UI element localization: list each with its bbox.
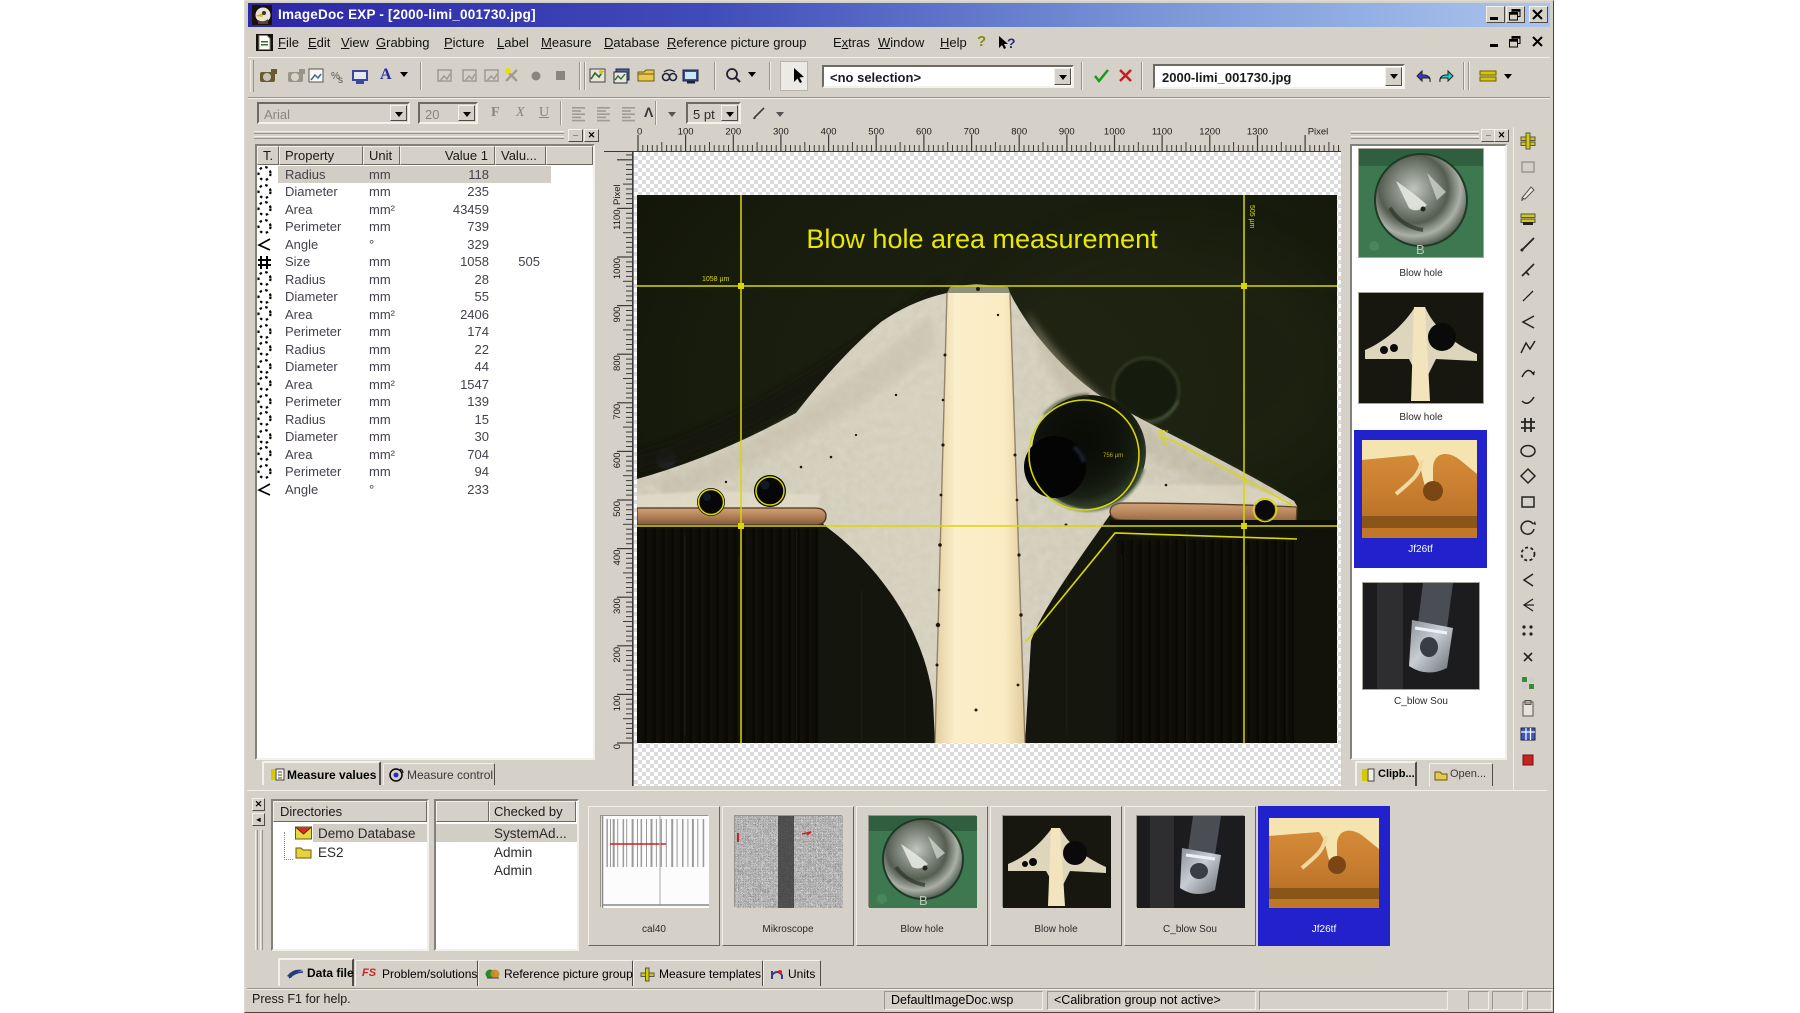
svg-text:400: 400 (612, 550, 623, 566)
svg-text:100: 100 (612, 695, 623, 711)
svg-text:400: 400 (821, 127, 837, 138)
svg-text:1000: 1000 (612, 258, 623, 279)
svg-text:s: s (338, 75, 343, 86)
svg-text:0: 0 (637, 127, 642, 138)
svg-text:Pixel: Pixel (612, 184, 623, 205)
svg-text:Pixel: Pixel (1308, 127, 1329, 138)
svg-text:1058 µm: 1058 µm (702, 276, 730, 283)
svg-text:500: 500 (612, 501, 623, 517)
svg-text:200: 200 (725, 127, 741, 138)
svg-text:1200: 1200 (1199, 127, 1220, 138)
svg-text:100: 100 (678, 127, 694, 138)
svg-text:800: 800 (612, 355, 623, 371)
svg-text:900: 900 (1059, 127, 1075, 138)
svg-text:90°: 90° (1158, 429, 1169, 437)
svg-text:Blow hole area measurement: Blow hole area measurement (806, 224, 1158, 254)
svg-text:200: 200 (612, 647, 623, 663)
svg-text:700: 700 (964, 127, 980, 138)
svg-text:1300: 1300 (1247, 127, 1268, 138)
svg-text:1100: 1100 (612, 209, 623, 229)
svg-text:300: 300 (612, 598, 623, 614)
svg-text:1100: 1100 (1152, 127, 1172, 138)
svg-text:B: B (919, 893, 928, 908)
svg-text:900: 900 (612, 307, 623, 323)
svg-text:600: 600 (916, 127, 932, 138)
svg-text:600: 600 (612, 452, 623, 468)
svg-text:756 µm: 756 µm (1103, 453, 1123, 459)
svg-text:0: 0 (612, 744, 623, 749)
svg-text:B: B (1416, 242, 1425, 257)
svg-text:500: 500 (868, 127, 884, 138)
svg-text:700: 700 (612, 404, 623, 420)
svg-text:800: 800 (1011, 127, 1027, 138)
svg-text:300: 300 (773, 127, 789, 138)
svg-text:505 µm: 505 µm (1248, 205, 1255, 229)
svg-text:1000: 1000 (1104, 127, 1125, 138)
svg-text:?: ? (1007, 35, 1016, 51)
